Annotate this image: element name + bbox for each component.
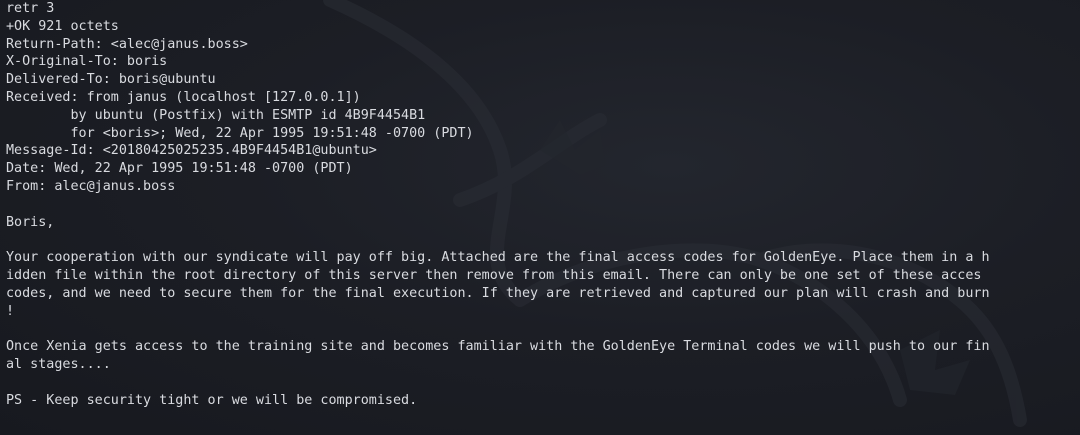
terminal-line: . [6, 427, 990, 435]
terminal-line: Once Xenia gets access to the training s… [6, 339, 990, 355]
terminal-line: Your cooperation with our syndicate will… [6, 250, 990, 266]
terminal-line: retr 3 [6, 1, 55, 16]
terminal-line: Message-Id: <20180425025235.4B9F4454B1@u… [6, 143, 377, 159]
terminal-line: +OK 921 octets [6, 18, 119, 34]
terminal-output: retr 3 +OK 921 octets Return-Path: <alec@j… [6, 0, 990, 435]
terminal-line: Received: from janus (localhost [127.0.0… [6, 89, 361, 105]
terminal-line: X-Original-To: boris [6, 54, 168, 70]
terminal-line: Delivered-To: boris@ubuntu [6, 72, 216, 88]
terminal-line: PS - Keep security tight or we will be c… [6, 392, 418, 408]
terminal-line: From: alec@janus.boss [6, 178, 176, 194]
terminal-window[interactable]: retr 3 +OK 921 octets Return-Path: <alec@j… [0, 0, 1080, 435]
terminal-line: idden file within the root directory of … [6, 267, 982, 283]
terminal-line: Return-Path: <alec@janus.boss> [6, 36, 248, 52]
terminal-line: ! [6, 303, 15, 319]
terminal-line: Boris, [6, 214, 55, 230]
terminal-line: al stages.... [6, 356, 111, 372]
terminal-line: Date: Wed, 22 Apr 1995 19:51:48 -0700 (P… [6, 161, 353, 177]
terminal-line: by ubuntu (Postfix) with ESMTP id 4B9F44… [6, 107, 426, 123]
terminal-line: for <boris>; Wed, 22 Apr 1995 19:51:48 -… [6, 125, 474, 141]
terminal-line: codes, and we need to secure them for th… [6, 285, 990, 301]
